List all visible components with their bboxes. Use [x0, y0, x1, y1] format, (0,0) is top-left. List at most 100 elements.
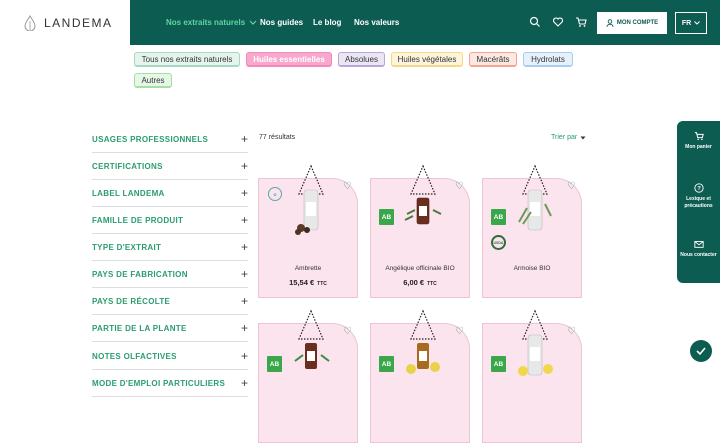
price-tax: TTC	[427, 281, 437, 287]
category-chip-tous[interactable]: Tous nos extraits naturels	[134, 52, 240, 67]
price-value: 6,00 €	[403, 278, 425, 287]
filter-label: LABEL LANDEMA	[92, 188, 165, 198]
chip-label: Absolues	[345, 54, 378, 64]
filter-mode-emploi[interactable]: MODE D'EMPLOI PARTICULIERS +	[92, 370, 248, 397]
filter-label: NOTES OLFACTIVES	[92, 351, 177, 361]
category-chip-hydrolats[interactable]: Hydrolats	[523, 52, 573, 67]
product-name: Ambrette	[294, 265, 322, 272]
side-lexicon-label: Lexique et précautions	[684, 196, 713, 209]
plus-icon: +	[240, 376, 248, 390]
filter-pays-fabrication[interactable]: PAYS DE FABRICATION +	[92, 261, 248, 288]
brand-name: LANDEMA	[44, 15, 113, 30]
svg-text:?: ?	[697, 186, 701, 192]
chip-label: Tous nos extraits naturels	[141, 54, 233, 64]
bottle-image	[295, 164, 324, 235]
filter-partie-plante[interactable]: PARTIE DE LA PLANTE +	[92, 315, 248, 342]
filter-label: CERTIFICATIONS	[92, 161, 163, 171]
plus-icon: +	[240, 159, 248, 173]
product-card[interactable]: ♡ ✿ Ambrette 15,54 € TTC	[258, 164, 358, 298]
side-lexicon[interactable]: ? Lexique et précautions	[677, 183, 720, 210]
product-card[interactable]: ♡ AB	[482, 309, 582, 443]
product-card[interactable]: ♡ AB Angélique officinale BIO 6,00 € TTC	[370, 164, 470, 298]
results-count: 77 résultats	[259, 134, 296, 141]
chip-label: Huiles essentielles	[253, 54, 325, 64]
chip-label: Huiles végétales	[397, 54, 457, 64]
plus-icon: +	[240, 240, 248, 254]
nav-extraits[interactable]: Nos extraits naturels	[166, 0, 257, 45]
logo[interactable]: LANDEMA	[0, 0, 130, 45]
filter-certifications[interactable]: CERTIFICATIONS +	[92, 153, 248, 180]
wishlist-heart-icon[interactable]: ♡	[455, 181, 464, 192]
chevron-down-icon	[694, 21, 701, 25]
site-header: LANDEMA Nos extraits naturels Nos guides…	[0, 0, 720, 45]
account-button[interactable]: MON COMPTE	[597, 12, 667, 34]
nav-blog[interactable]: Le blog	[313, 0, 341, 45]
wishlist-heart-icon[interactable]: ♡	[567, 326, 576, 337]
filter-label: FAMILLE DE PRODUIT	[92, 215, 184, 225]
filter-type[interactable]: TYPE D'EXTRAIT +	[92, 234, 248, 261]
chat-check-button[interactable]	[690, 340, 712, 362]
filter-label: PAYS DE RÉCOLTE	[92, 296, 171, 306]
wishlist-heart-icon[interactable]: ♡	[567, 181, 576, 192]
side-cart-label: Mon panier	[685, 144, 712, 150]
side-cart[interactable]: Mon panier	[677, 131, 720, 151]
organic-ab-icon: AB	[491, 356, 506, 372]
caret-down-icon	[580, 136, 586, 139]
usda-organic-icon: USDA	[491, 235, 506, 250]
language-select[interactable]: FR	[675, 12, 707, 34]
wishlist-heart-icon[interactable]: ♡	[343, 181, 352, 192]
product-price: 6,00 € TTC	[371, 278, 469, 287]
drop-logo-icon	[24, 14, 36, 31]
product-card[interactable]: ♡ AB	[258, 309, 358, 443]
product-card[interactable]: ♡ AB USDA Armoise BIO	[482, 164, 582, 298]
chevron-down-icon	[249, 20, 257, 25]
filter-label-landema[interactable]: LABEL LANDEMA +	[92, 180, 248, 207]
side-contact-label: Nous contacter	[680, 252, 717, 258]
bottle-image	[518, 164, 552, 231]
filter-usages[interactable]: USAGES PROFESSIONNELS +	[92, 126, 248, 153]
help-circle-icon: ?	[693, 183, 704, 193]
filter-notes-olfactives[interactable]: NOTES OLFACTIVES +	[92, 343, 248, 370]
nav-extraits-label: Nos extraits naturels	[166, 18, 246, 27]
chip-label: Hydrolats	[531, 54, 565, 64]
category-chip-huiles-essentielles[interactable]: Huiles essentielles	[246, 52, 332, 67]
cart-icon[interactable]	[575, 16, 587, 28]
category-chip-autres[interactable]: Autres	[134, 73, 172, 88]
wishlist-heart-icon[interactable]: ♡	[343, 326, 352, 337]
nav-guides-label: Nos guides	[260, 18, 304, 27]
nav-valeurs-label: Nos valeurs	[354, 18, 400, 27]
side-contact[interactable]: Nous contacter	[677, 239, 720, 259]
product-card[interactable]: ♡ AB	[370, 309, 470, 443]
category-chip-absolues[interactable]: Absolues	[338, 52, 385, 67]
plus-icon: +	[240, 213, 248, 227]
nav-valeurs[interactable]: Nos valeurs	[354, 0, 399, 45]
filter-pays-recolte[interactable]: PAYS DE RÉCOLTE +	[92, 288, 248, 315]
category-chip-huiles-vegetales[interactable]: Huiles végétales	[391, 52, 463, 67]
filter-label: PARTIE DE LA PLANTE	[92, 323, 187, 333]
plus-icon: +	[240, 267, 248, 281]
filter-label: USAGES PROFESSIONNELS	[92, 134, 209, 144]
chip-label: Macérâts	[476, 54, 510, 64]
side-panel: Mon panier ? Lexique et précautions Nous…	[677, 121, 720, 283]
checkmark-icon	[696, 347, 706, 356]
filter-famille[interactable]: FAMILLE DE PRODUIT +	[92, 207, 248, 234]
filter-label: MODE D'EMPLOI PARTICULIERS	[92, 378, 226, 388]
sort-dropdown[interactable]: Trier par	[551, 134, 586, 141]
price-tax: TTC	[317, 281, 327, 287]
category-chip-macerats[interactable]: Macérâts	[469, 52, 517, 67]
nav-blog-label: Le blog	[313, 18, 342, 27]
bottle-image	[404, 164, 442, 225]
user-icon	[606, 19, 614, 27]
search-icon[interactable]	[529, 16, 541, 28]
nav-guides[interactable]: Nos guides	[260, 0, 303, 45]
plus-icon: +	[240, 132, 248, 146]
wishlist-heart-icon[interactable]: ♡	[455, 326, 464, 337]
bottle-image	[518, 309, 553, 376]
label-badge-icon: ✿	[268, 187, 282, 201]
account-label: MON COMPTE	[616, 20, 659, 26]
price-value: 15,54 €	[289, 278, 315, 287]
organic-ab-icon: AB	[379, 356, 394, 372]
sort-label: Trier par	[551, 134, 578, 141]
chip-label: Autres	[141, 75, 165, 85]
heart-icon[interactable]	[552, 16, 564, 28]
